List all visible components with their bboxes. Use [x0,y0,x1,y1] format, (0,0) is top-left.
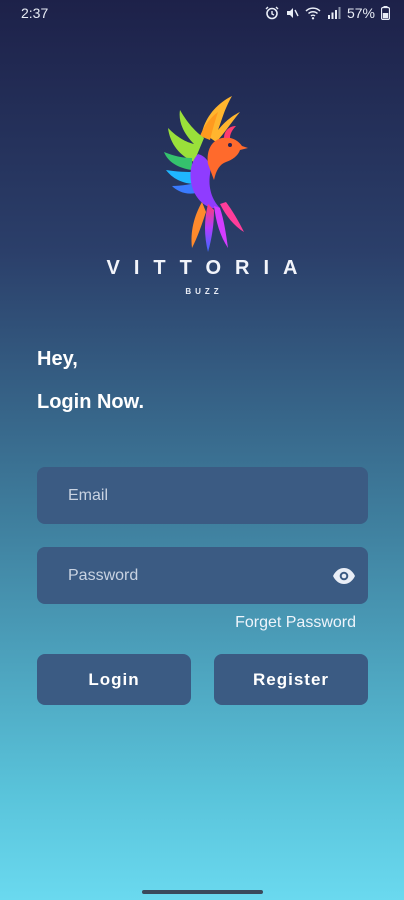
battery-percent: 57% [346,5,375,21]
signal-icon [327,6,341,20]
battery-icon [381,6,390,20]
brand-name: VITTORIA [106,257,312,279]
status-bar: 2:37 57% [0,0,404,26]
home-indicator[interactable] [142,890,263,894]
brand-subtitle: BUZZ [185,287,223,296]
register-button[interactable]: Register [214,654,368,705]
phoenix-logo [150,92,254,254]
password-input[interactable] [66,565,310,586]
mute-icon [285,6,299,20]
email-field[interactable] [37,467,368,524]
eye-icon[interactable] [332,564,356,588]
wifi-icon [305,6,321,20]
password-field[interactable] [37,547,368,604]
forget-password-link[interactable]: Forget Password [235,614,356,632]
login-button[interactable]: Login [37,654,191,705]
alarm-icon [265,6,279,20]
email-input[interactable] [66,485,310,506]
greeting-line-2: Login Now. [37,391,145,413]
status-icons: 57% [265,5,390,21]
status-time: 2:37 [21,5,49,21]
greeting-line-1: Hey, [37,348,78,370]
